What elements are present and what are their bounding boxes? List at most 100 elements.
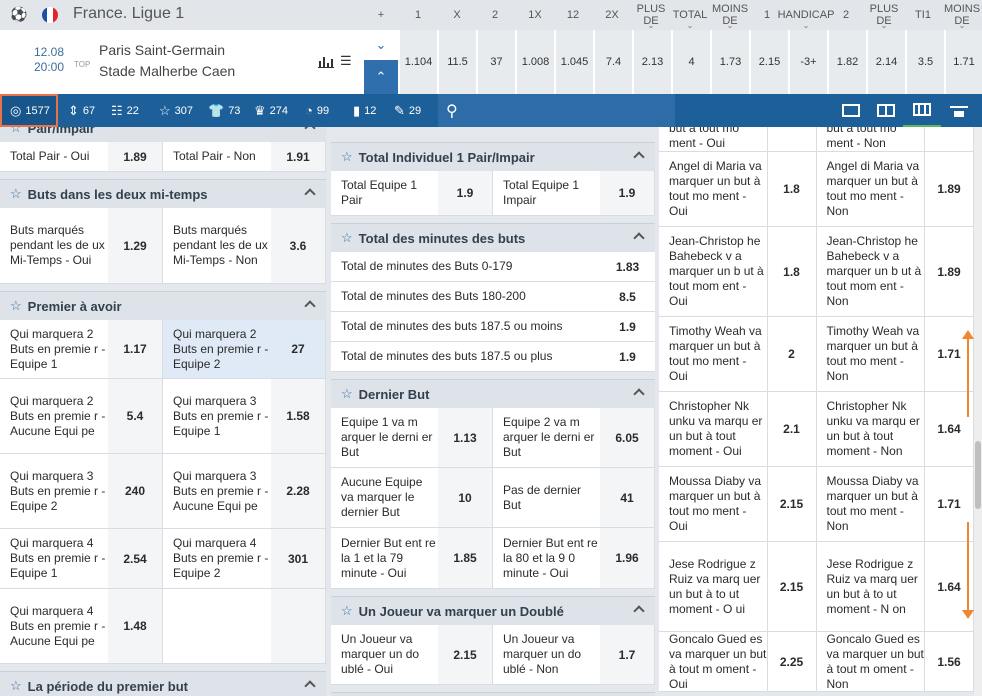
star-icon[interactable]: ☆	[10, 298, 22, 314]
outcome-label[interactable]: Total Pair - Non	[163, 142, 271, 171]
collapse-caret-icon[interactable]	[633, 605, 645, 617]
league-title[interactable]: France. Ligue 1	[73, 5, 184, 23]
odds-cell[interactable]: 37	[477, 30, 515, 94]
odds-value[interactable]: 2.28	[271, 454, 326, 528]
scrollbar[interactable]	[974, 127, 982, 696]
market-header[interactable]: ☆ La période du premier but	[0, 671, 326, 696]
odds-value[interactable]: 1.9	[600, 342, 655, 371]
outcome-label[interactable]: Qui marquera 4 Buts en premie r - Equipe…	[0, 529, 108, 588]
outcome-label[interactable]: Moussa Diaby va marquer un but à tout mo…	[659, 467, 767, 541]
odds-value[interactable]: 1.8	[766, 152, 817, 226]
outcome-label[interactable]: Jean-Christop he Bahebeck v a marquer un…	[659, 227, 767, 316]
odds-value[interactable]: 2.25	[766, 632, 817, 691]
outcome-label[interactable]: Total de minutes des buts 187.5 ou moins	[331, 312, 600, 341]
odds-value[interactable]: 1.17	[108, 320, 163, 378]
outcome-label[interactable]: Goncalo Gued es va marquer un but à tout…	[817, 632, 925, 691]
trophy-icon[interactable]: ♛	[254, 103, 266, 119]
collapse-caret-icon[interactable]	[304, 188, 316, 200]
odds-value[interactable]: 301	[271, 529, 326, 588]
outcome-label[interactable]: Qui marquera 3 Buts en premie r - Equipe…	[163, 379, 271, 453]
odds-value[interactable]: 8.5	[600, 282, 655, 311]
odds-value[interactable]: 2.15	[766, 542, 817, 631]
layout-single-icon[interactable]	[832, 94, 870, 127]
outcome-label[interactable]: Angel di Maria va marquer un but à tout …	[817, 152, 925, 226]
toolbar-filter[interactable]: ♛ 274	[246, 94, 288, 127]
list-view-icon[interactable]: ☰	[340, 54, 352, 67]
odds-value[interactable]	[924, 127, 974, 151]
odds-value[interactable]: 27	[271, 320, 326, 378]
odds-cell[interactable]: 4	[672, 30, 710, 94]
outcome-label[interactable]: but à tout mo ment - Non	[817, 127, 925, 151]
odds-value[interactable]: 1.56	[924, 632, 974, 691]
odds-value[interactable]: 1.7	[600, 625, 655, 684]
odds-value[interactable]: 2.54	[108, 529, 163, 588]
outcome-label[interactable]: Qui marquera 4 Buts en premie r - Equipe…	[163, 529, 271, 588]
chevron-down-icon[interactable]: ⌄	[672, 22, 708, 30]
odds-cell[interactable]: 11.5	[438, 30, 476, 94]
toolbar-filter[interactable]: ▮ 12	[345, 94, 379, 127]
odds-value[interactable]: 2.1	[766, 392, 817, 466]
chevron-down-icon[interactable]: ⌄	[866, 22, 902, 30]
star-icon[interactable]: ☆	[341, 603, 353, 619]
column-header[interactable]: 2X	[597, 0, 627, 30]
odds-value[interactable]: 1.85	[438, 528, 493, 588]
outcome-label[interactable]: Equipe 2 va m arquer le derni er But	[493, 408, 600, 467]
toolbar-filter[interactable]: ✎ 29	[386, 94, 426, 127]
chevron-down-icon[interactable]: ⌄	[633, 22, 669, 30]
outcome-label[interactable]: Qui marquera 2 Buts en premie r - Equipe…	[163, 320, 271, 378]
collapse-caret-icon[interactable]	[633, 232, 645, 244]
star-icon[interactable]: ☆	[10, 678, 22, 694]
outcome-label[interactable]: Qui marquera 3 Buts en premie r - Equipe…	[0, 454, 108, 528]
odds-value[interactable]: 10	[438, 468, 493, 527]
odds-cell[interactable]: 1.104	[399, 30, 437, 94]
market-header[interactable]: ☆ Buts dans les deux mi-temps	[0, 179, 326, 208]
toolbar-filter[interactable]: ◔ 99	[297, 94, 337, 127]
odds-value[interactable]: 1.9	[600, 312, 655, 341]
column-header[interactable]: 12	[558, 0, 588, 30]
odds-value[interactable]: 1.58	[271, 379, 326, 453]
odds-cell[interactable]: 3.5	[906, 30, 944, 94]
outcome-label[interactable]: Pas de dernier But	[493, 468, 600, 527]
chevron-down-icon[interactable]: ⌄	[778, 22, 834, 30]
odds-value[interactable]	[766, 127, 817, 151]
outcome-label[interactable]: Jean-Christop he Bahebeck v a marquer un…	[817, 227, 925, 316]
target-icon[interactable]: ◎	[10, 103, 21, 119]
odds-value[interactable]: 1.91	[271, 142, 326, 171]
outcome-label[interactable]: Un Joueur va marquer un do ublé - Non	[493, 625, 600, 684]
star-icon[interactable]: ☆	[341, 149, 353, 165]
chevron-down-icon[interactable]: ⌄	[710, 22, 750, 30]
market-header[interactable]: ☆ Un Joueur va marquer un Doublé	[331, 596, 655, 625]
stats-chart-icon[interactable]	[318, 54, 334, 68]
odds-cell[interactable]: 2.14	[867, 30, 905, 94]
odds-value[interactable]: 1.89	[924, 227, 974, 316]
collapse-caret-icon[interactable]	[304, 127, 316, 134]
odds-value[interactable]: 2.15	[438, 625, 493, 684]
odds-value[interactable]: 6.05	[600, 408, 655, 467]
odds-value[interactable]: 1.96	[600, 528, 655, 588]
star-icon[interactable]: ☆	[10, 186, 22, 202]
odds-cell[interactable]: 7.4	[594, 30, 632, 94]
odds-cell[interactable]: 1.008	[516, 30, 554, 94]
odds-value[interactable]: 41	[600, 468, 655, 527]
outcome-label[interactable]	[163, 589, 271, 663]
star-icon[interactable]: ☆	[10, 127, 22, 136]
column-header[interactable]: 1	[406, 0, 430, 30]
layout-two-col-icon[interactable]	[867, 94, 905, 127]
outcome-label[interactable]: Dernier But ent re la 1 et la 79 minute …	[331, 528, 438, 588]
odds-value[interactable]: 1.9	[438, 171, 493, 215]
odds-cell[interactable]: 1.73	[711, 30, 749, 94]
outcome-label[interactable]: Total de minutes des Buts 0-179	[331, 252, 600, 281]
cards-icon[interactable]: ▮	[353, 103, 360, 119]
market-header[interactable]: ☆ Pair/Impair	[0, 127, 326, 142]
star-icon[interactable]: ☆	[341, 386, 353, 402]
toolbar-filter[interactable]: ☆ 307	[151, 94, 193, 127]
list-icon[interactable]: ☷	[111, 103, 123, 119]
odds-value[interactable]: 1.8	[766, 227, 817, 316]
star-icon[interactable]: ☆	[159, 103, 171, 119]
column-header[interactable]: PLUS DE ⌄	[633, 0, 669, 30]
column-header[interactable]: TI1	[905, 0, 941, 30]
odds-cell[interactable]: -3+	[789, 30, 827, 94]
toolbar-filter[interactable]: ☷ 22	[103, 94, 145, 127]
outcome-label[interactable]: Jese Rodrigue z Ruiz va marq uer un but …	[817, 542, 925, 631]
away-team[interactable]: Stade Malherbe Caen	[99, 63, 235, 79]
